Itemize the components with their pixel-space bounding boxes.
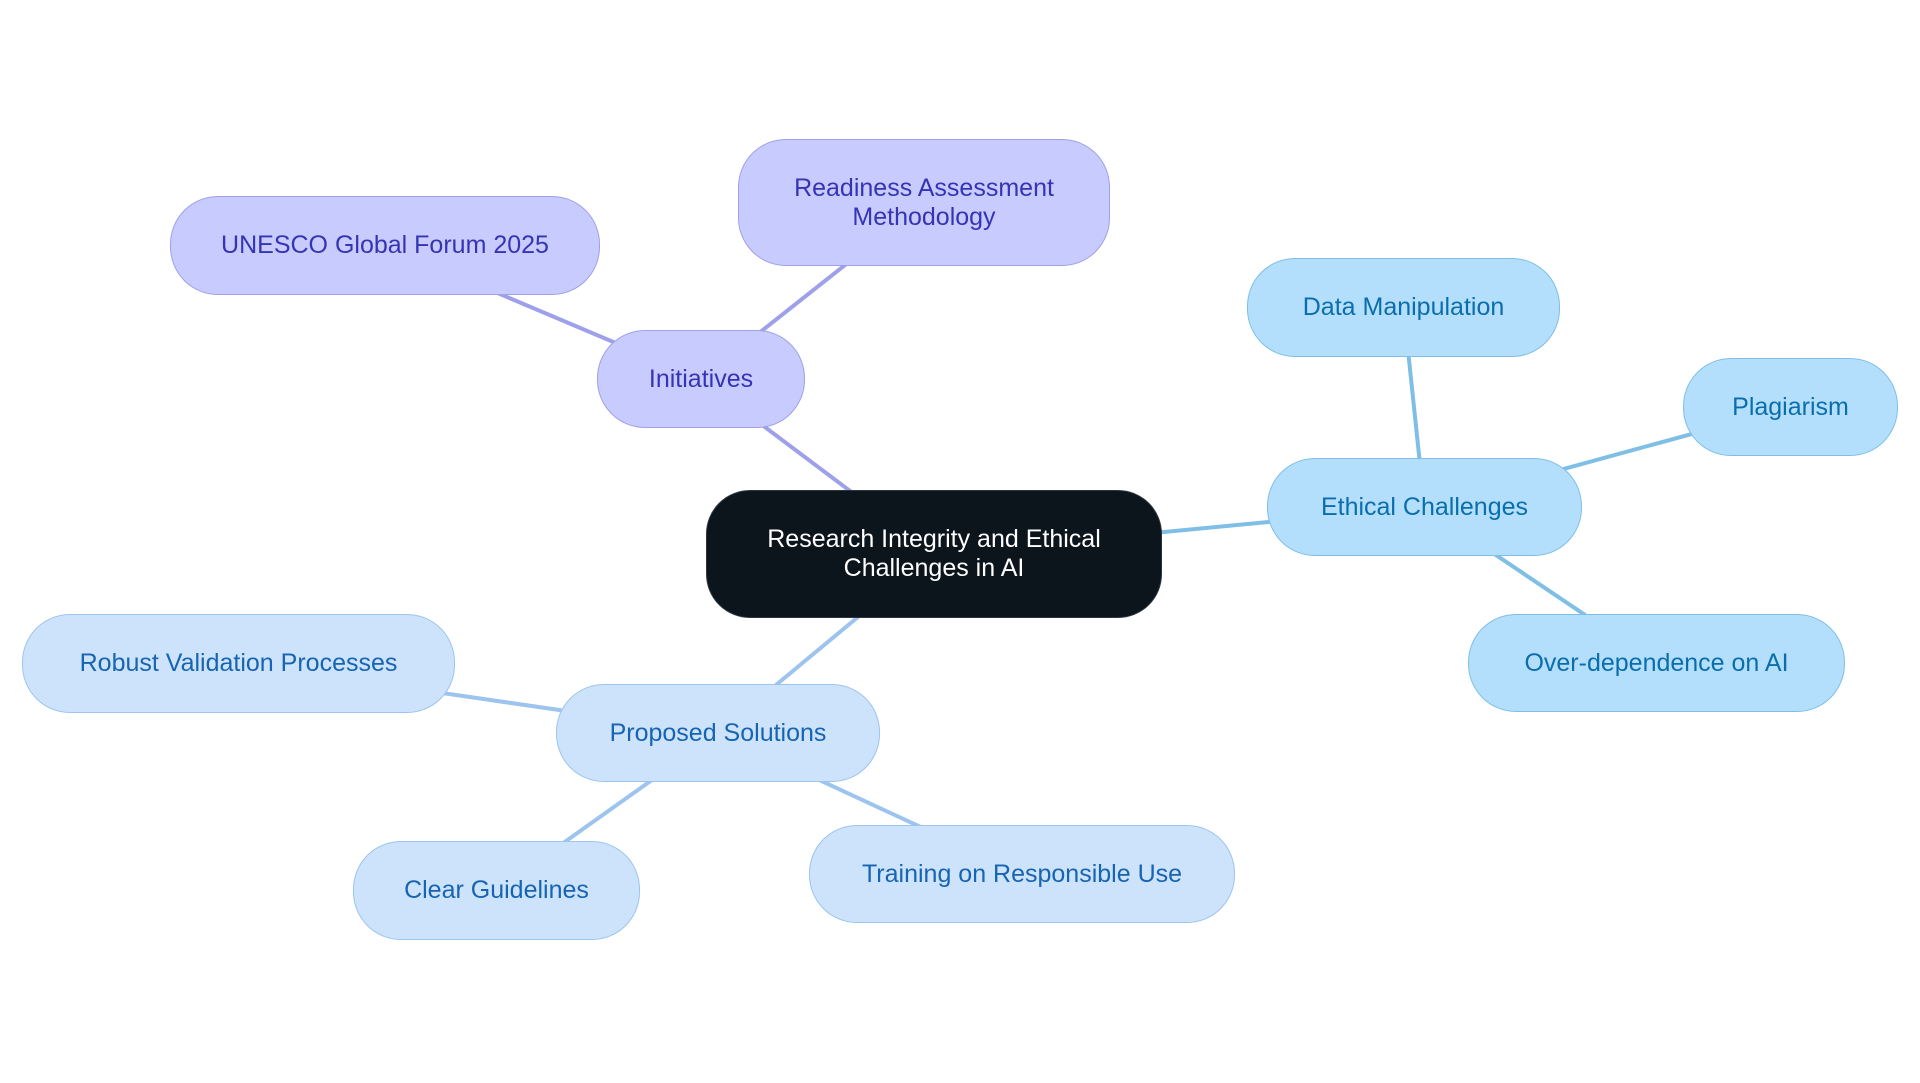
leaf-node-clear-guidelines[interactable]: Clear Guidelines — [353, 841, 640, 940]
branch-node-initiatives[interactable]: Initiatives — [597, 330, 805, 428]
leaf-label-plagiarism: Plagiarism — [1732, 392, 1849, 421]
leaf-label-readiness-line-2: Methodology — [852, 202, 996, 231]
leaf-label-data-manipulation: Data Manipulation — [1302, 293, 1505, 321]
leaf-label-robust-validation: Robust Validation Processes — [79, 649, 398, 677]
root-label-line-2: Challenges in AI — [843, 554, 1025, 582]
leaf-label-clear-guidelines: Clear Guidelines — [404, 876, 589, 904]
branch-node-ethical-challenges[interactable]: Ethical Challenges — [1267, 458, 1582, 556]
leaf-label-training: Training on Responsible Use — [861, 859, 1183, 888]
leaf-node-plagiarism[interactable]: Plagiarism — [1683, 358, 1898, 456]
leaf-node-robust-validation[interactable]: Robust Validation Processes — [22, 614, 455, 713]
leaf-label-unesco: UNESCO Global Forum 2025 — [221, 231, 549, 259]
branch-label-initiatives: Initiatives — [648, 364, 754, 393]
leaf-label-readiness-line-1: Readiness Assessment — [794, 173, 1054, 202]
leaf-label-over-dependence: Over-dependence on AI — [1524, 648, 1789, 677]
leaf-node-unesco-global-forum[interactable]: UNESCO Global Forum 2025 — [170, 196, 600, 295]
mind-map-canvas: Research Integrity and Ethical Challenge… — [0, 0, 1920, 1083]
root-node-research-integrity[interactable]: Research Integrity and Ethical Challenge… — [706, 490, 1162, 618]
leaf-node-data-manipulation[interactable]: Data Manipulation — [1247, 258, 1560, 357]
branch-node-proposed-solutions[interactable]: Proposed Solutions — [556, 684, 880, 782]
branch-label-proposed-solutions: Proposed Solutions — [609, 718, 827, 747]
leaf-node-readiness-assessment[interactable]: Readiness Assessment Methodology — [738, 139, 1110, 266]
leaf-node-over-dependence[interactable]: Over-dependence on AI — [1468, 614, 1845, 712]
branch-label-ethical-challenges: Ethical Challenges — [1320, 492, 1529, 521]
leaf-node-training-responsible-use[interactable]: Training on Responsible Use — [809, 825, 1235, 923]
root-label-line-1: Research Integrity and Ethical — [767, 525, 1101, 553]
leaf-label-readiness: Readiness Assessment Methodology — [794, 174, 1054, 232]
root-node-label: Research Integrity and Ethical Challenge… — [767, 525, 1101, 583]
